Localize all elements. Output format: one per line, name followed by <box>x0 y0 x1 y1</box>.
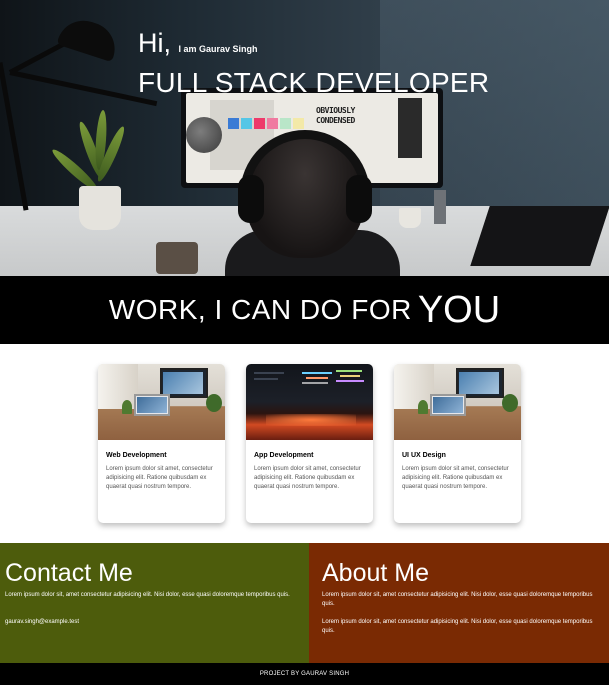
desk-workspace-image <box>98 364 225 440</box>
hero-greeting: Hi, I am Gaurav Singh <box>138 27 258 65</box>
about-section: About Me Lorem ipsum dolor sit, amet con… <box>309 543 609 663</box>
about-paragraph: Lorem ipsum dolor sit, amet consectetur … <box>322 592 593 607</box>
contact-section: Contact Me Lorem ipsum dolor sit, amet c… <box>0 543 309 663</box>
headphone-ear <box>346 175 372 223</box>
color-swatch <box>280 118 291 129</box>
color-swatch <box>254 118 265 129</box>
screen-panel <box>398 98 422 158</box>
banner-emphasis: YOU <box>417 288 501 331</box>
color-swatch <box>293 118 304 129</box>
card-description: Lorem ipsum dolor sit amet, consectetur … <box>254 466 361 490</box>
about-title: About Me <box>322 559 430 587</box>
color-swatch <box>267 118 278 129</box>
headphone-ear <box>238 175 264 223</box>
code-screen-image <box>246 364 373 440</box>
color-swatch <box>241 118 252 129</box>
service-card-web-development[interactable]: Web Development Lorem ipsum dolor sit am… <box>98 364 225 523</box>
footer: PROJECT BY GAURAV SINGH <box>0 663 609 685</box>
hero-title: FULL STACK DEVELOPER <box>138 67 490 98</box>
work-banner: WORK, I CAN DO FOR YOU <box>0 276 609 344</box>
card-description: Lorem ipsum dolor sit amet, consectetur … <box>106 466 213 490</box>
screen-text: OBVIOUSLY CONDENSED <box>316 106 355 125</box>
lamp-arm <box>0 62 29 211</box>
greeting-name: I am Gaurav Singh <box>178 44 258 54</box>
greeting-large: Hi, <box>138 28 171 58</box>
contact-title: Contact Me <box>5 559 133 587</box>
phone <box>156 242 198 274</box>
footer-text: PROJECT BY GAURAV SINGH <box>259 671 350 677</box>
card-description: Lorem ipsum dolor sit amet, consectetur … <box>402 466 509 490</box>
desk-workspace-image <box>394 364 521 440</box>
microphone-icon <box>186 117 222 153</box>
card-title: App Development <box>254 452 314 459</box>
plant-pot <box>79 186 121 230</box>
banner-text: WORK, I CAN DO FOR <box>108 294 412 325</box>
about-paragraph: Lorem ipsum dolor sit, amet consectetur … <box>322 619 593 634</box>
contact-text: Lorem ipsum dolor sit, amet consectetur … <box>5 592 290 598</box>
small-plant-pot <box>399 208 421 228</box>
color-swatch <box>228 118 239 129</box>
card-title: Web Development <box>106 452 167 459</box>
card-title: UI UX Design <box>402 452 446 459</box>
lamp-arm <box>9 70 158 107</box>
lamp-icon <box>56 13 122 63</box>
contact-email[interactable]: gaurav.singh@example.test <box>5 618 301 627</box>
tablet <box>470 206 609 266</box>
speaker <box>434 190 446 224</box>
service-card-app-development[interactable]: App Development Lorem ipsum dolor sit am… <box>246 364 373 523</box>
service-card-ui-ux-design[interactable]: UI UX Design Lorem ipsum dolor sit amet,… <box>394 364 521 523</box>
hero-section: OBVIOUSLY CONDENSED Hi, I am Gaurav Sing… <box>0 0 609 276</box>
